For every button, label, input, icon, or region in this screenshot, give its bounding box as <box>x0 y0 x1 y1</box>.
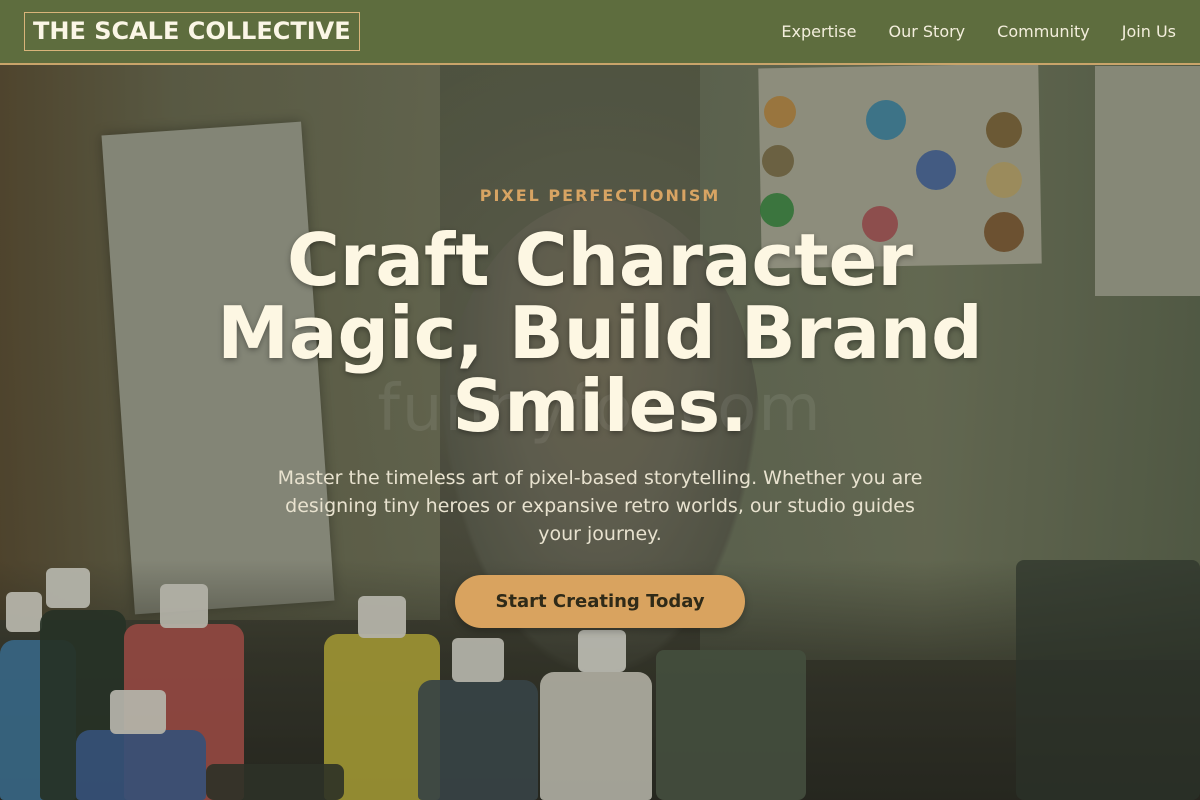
main-nav: Expertise Our Story Community Join Us <box>781 22 1176 41</box>
nav-link-our-story[interactable]: Our Story <box>888 22 965 41</box>
site-header: THE SCALE COLLECTIVE Expertise Our Story… <box>0 0 1200 65</box>
start-creating-button[interactable]: Start Creating Today <box>455 575 745 628</box>
nav-link-join-us[interactable]: Join Us <box>1122 22 1176 41</box>
hero-headline: Craft Character Magic, Build Brand Smile… <box>217 218 983 448</box>
hero-subtext: Master the timeless art of pixel-based s… <box>277 467 923 545</box>
site-logo[interactable]: THE SCALE COLLECTIVE <box>24 12 360 51</box>
hero-content: PIXEL PERFECTIONISM Craft Character Magi… <box>0 0 1200 800</box>
hero-eyebrow: PIXEL PERFECTIONISM <box>479 186 721 205</box>
nav-link-expertise[interactable]: Expertise <box>781 22 856 41</box>
nav-link-community[interactable]: Community <box>997 22 1090 41</box>
